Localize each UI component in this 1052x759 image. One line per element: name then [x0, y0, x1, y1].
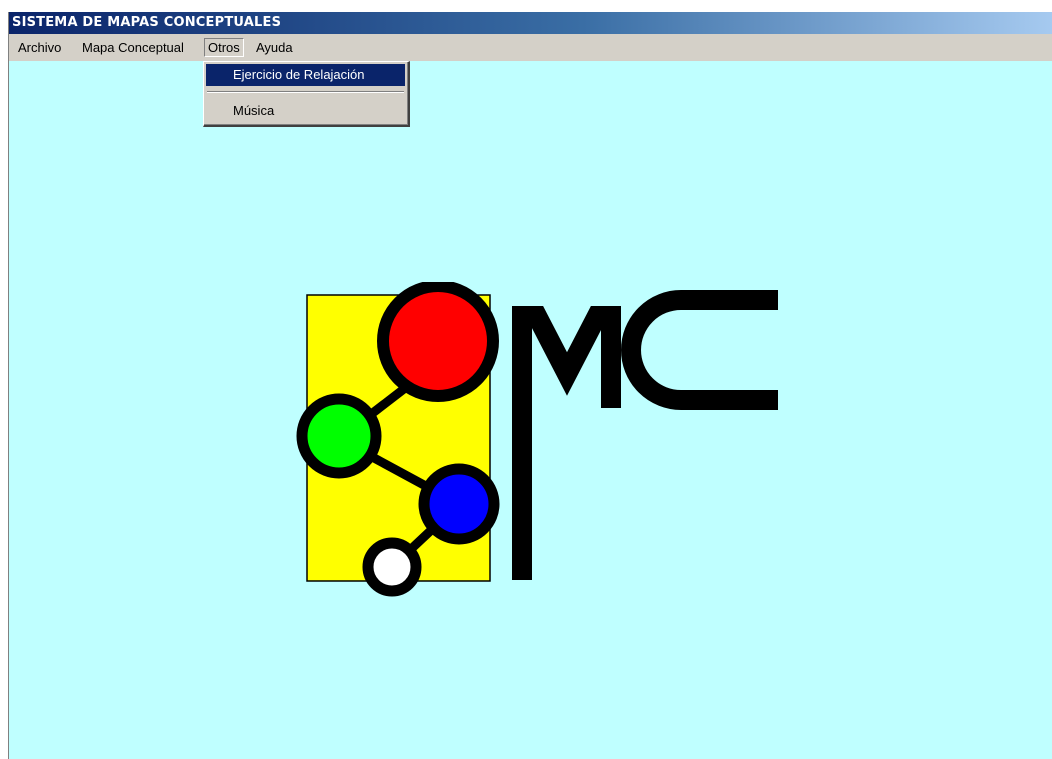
logo-red-node [377, 282, 499, 402]
menu-mapa-conceptual[interactable]: Mapa Conceptual [79, 38, 187, 57]
title-bar[interactable]: SISTEMA DE MAPAS CONCEPTUALES [9, 12, 1052, 34]
otros-dropdown-menu: Ejercicio de Relajación Música [203, 61, 410, 127]
menu-item-ejercicio-de-relajacion[interactable]: Ejercicio de Relajación [206, 64, 405, 86]
logo-green-node [296, 393, 382, 479]
logo-blue-node [418, 463, 500, 545]
concept-map-logo [296, 282, 778, 597]
menu-otros[interactable]: Otros [204, 38, 244, 57]
menu-item-musica[interactable]: Música [206, 100, 405, 122]
logo-letter-c [621, 290, 778, 410]
menu-bar: Archivo Mapa Conceptual Otros Ayuda [9, 34, 1052, 61]
logo-letter-m [512, 306, 621, 580]
window-title: SISTEMA DE MAPAS CONCEPTUALES [12, 15, 282, 30]
menu-separator [207, 91, 404, 93]
menu-ayuda[interactable]: Ayuda [253, 38, 296, 57]
menu-archivo[interactable]: Archivo [15, 38, 64, 57]
logo-white-node [362, 537, 422, 597]
main-window: SISTEMA DE MAPAS CONCEPTUALES Archivo Ma… [8, 12, 1052, 759]
